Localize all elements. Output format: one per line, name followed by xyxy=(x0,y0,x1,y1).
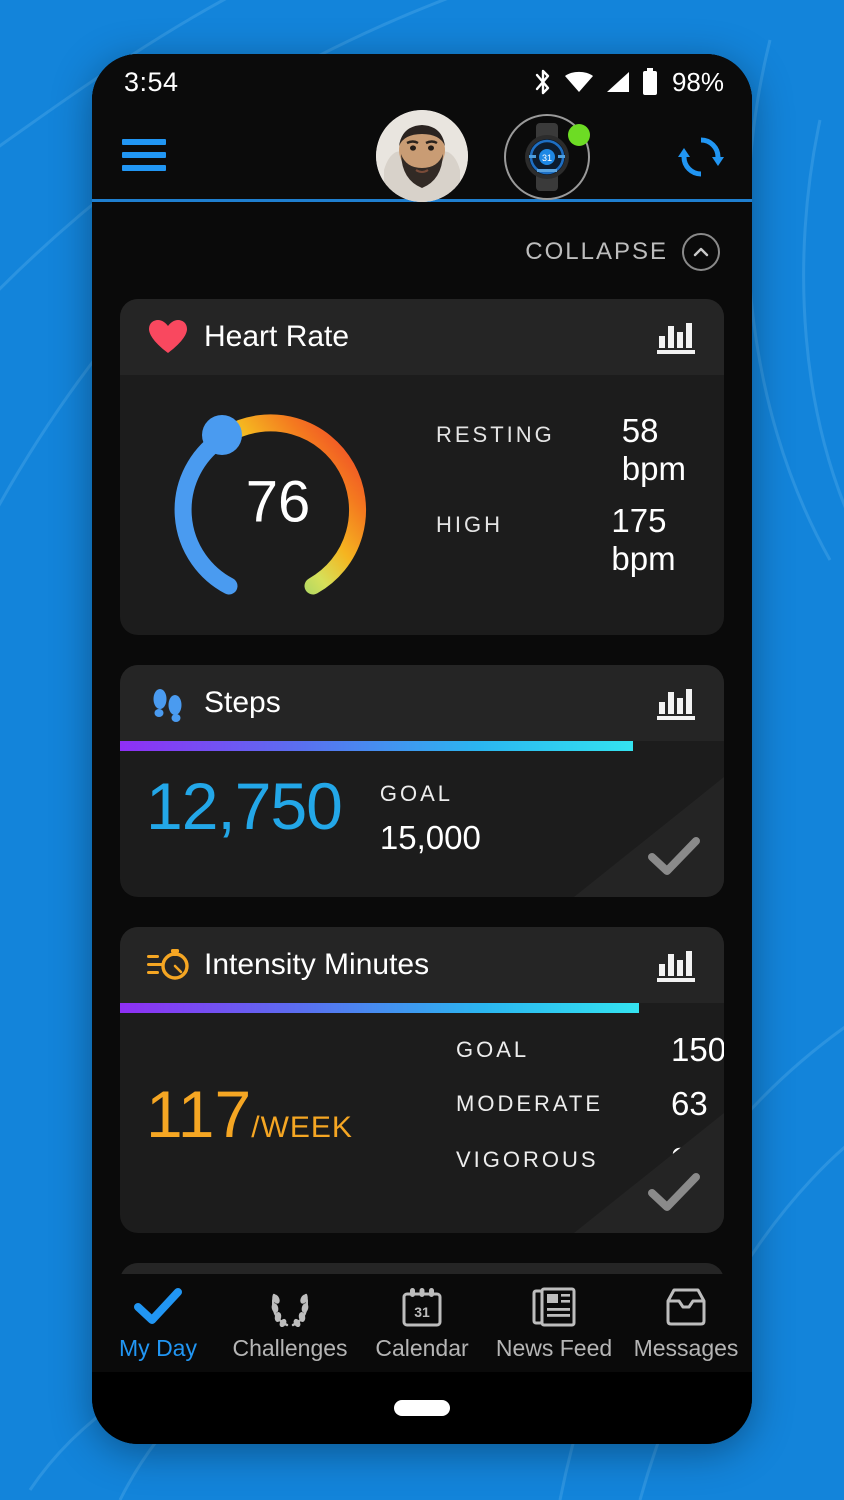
card-title: Steps xyxy=(204,686,281,719)
app-bar: 31 xyxy=(92,110,752,202)
intensity-progress-fill xyxy=(120,1003,640,1013)
card-intensity-minutes[interactable]: Intensity Minutes 117/WEEK GOAL 150 MODE… xyxy=(120,927,724,1233)
nav-item-challenges[interactable]: Challenges xyxy=(224,1285,356,1362)
status-icons: 98% xyxy=(533,67,724,98)
avatar[interactable] xyxy=(376,110,468,202)
heart-rate-gauge: 76 xyxy=(156,390,386,615)
checkmark-icon xyxy=(648,1173,700,1211)
nav-label: Calendar xyxy=(375,1334,469,1361)
chevron-up-icon[interactable] xyxy=(682,233,720,271)
inbox-icon xyxy=(664,1285,708,1329)
heart-rate-value: 76 xyxy=(245,469,311,535)
stat-row: GOAL 150 xyxy=(456,1031,724,1069)
main-content: COLLAPSE Heart Rate 76 RESTING 58 bpm HI… xyxy=(92,205,752,1274)
steps-goal-label: GOAL xyxy=(379,781,454,806)
stat-value: 58 bpm xyxy=(621,412,686,487)
bluetooth-icon xyxy=(535,69,550,95)
card-title: Intensity Minutes xyxy=(204,948,430,981)
sync-refresh-icon[interactable] xyxy=(676,132,726,182)
svg-text:31: 31 xyxy=(414,1304,430,1320)
steps-value: 12,750 xyxy=(146,769,343,843)
home-indicator[interactable] xyxy=(394,1400,450,1416)
nav-label: News Feed xyxy=(495,1334,613,1361)
intensity-body: 117/WEEK GOAL 150 MODERATE 63 VIGOROUS 2… xyxy=(120,1013,724,1233)
bar-chart-icon[interactable] xyxy=(654,683,698,723)
bar-chart-icon[interactable] xyxy=(654,317,698,357)
phone-frame: 3:54 98% 31 COLLAPSE Heart Rate 76 RESTI… xyxy=(92,54,752,1444)
wifi-icon xyxy=(564,71,593,92)
nav-item-my-day[interactable]: My Day xyxy=(92,1285,224,1362)
checkmark-icon xyxy=(134,1285,182,1329)
card-header: Intensity Minutes xyxy=(120,927,724,1003)
card-heart-rate[interactable]: Heart Rate 76 RESTING 58 bpm HIGH 175 bp… xyxy=(120,299,724,635)
nav-label: Messages xyxy=(633,1334,739,1361)
heart-icon xyxy=(146,319,190,355)
steps-body: 12,750 GOAL 15,000 xyxy=(120,751,724,897)
stat-label: RESTING xyxy=(436,422,555,447)
bottom-navigation: My Day Challenges 31 Calendar News Feed … xyxy=(92,1274,752,1372)
hamburger-menu-icon[interactable] xyxy=(122,138,166,171)
battery-percent: 98% xyxy=(671,66,724,97)
stat-row: HIGH 175 bpm xyxy=(436,502,724,578)
checkmark-icon xyxy=(648,837,700,875)
status-bar: 3:54 98% xyxy=(92,54,752,110)
stat-value: 150 xyxy=(671,1031,724,1068)
stat-label: HIGH xyxy=(436,512,503,537)
card-steps[interactable]: Steps 12,750 GOAL 15,000 xyxy=(120,665,724,897)
newspaper-icon xyxy=(532,1285,576,1329)
nav-item-calendar[interactable]: 31 Calendar xyxy=(356,1285,488,1362)
status-time: 3:54 xyxy=(124,66,179,97)
card-header: Steps xyxy=(120,665,724,741)
intensity-value: 117 xyxy=(146,1077,252,1151)
stat-value: 175 bpm xyxy=(611,502,676,577)
steps-progress-bar xyxy=(120,741,724,751)
nav-item-messages[interactable]: Messages xyxy=(620,1285,752,1362)
collapse-control[interactable]: COLLAPSE xyxy=(120,205,724,299)
intensity-unit: /WEEK xyxy=(251,1111,353,1144)
collapse-label: COLLAPSE xyxy=(525,238,668,265)
intensity-goal-met xyxy=(574,1113,724,1233)
nav-item-news-feed[interactable]: News Feed xyxy=(488,1285,620,1362)
steps-goal: GOAL 15,000 xyxy=(380,773,481,857)
nav-label: My Day xyxy=(119,1334,197,1361)
intensity-progress-bar xyxy=(120,1003,724,1013)
smartwatch-icon[interactable]: 31 xyxy=(504,114,590,200)
phone-screen: 3:54 98% 31 COLLAPSE Heart Rate 76 RESTI… xyxy=(92,54,752,1372)
laurel-wreath-icon xyxy=(267,1285,313,1329)
nav-label: Challenges xyxy=(232,1334,348,1361)
stat-label: GOAL xyxy=(456,1037,530,1062)
device-connected-indicator xyxy=(568,124,590,146)
intensity-total: 117/WEEK xyxy=(146,1081,446,1147)
bar-chart-icon[interactable] xyxy=(654,945,698,985)
footprints-icon xyxy=(146,683,190,723)
cellular-signal-icon xyxy=(606,72,629,92)
stat-row: RESTING 58 bpm xyxy=(436,412,724,488)
calendar-icon: 31 xyxy=(401,1285,443,1329)
card-title: Heart Rate xyxy=(204,320,350,353)
heart-rate-stats: RESTING 58 bpm HIGH 175 bpm xyxy=(436,412,724,592)
home-indicator-bar xyxy=(92,1372,752,1444)
steps-goal-value: 15,000 xyxy=(379,819,481,856)
steps-progress-fill xyxy=(120,741,634,751)
stopwatch-icon xyxy=(146,947,190,983)
heart-rate-body: 76 RESTING 58 bpm HIGH 175 bpm xyxy=(120,375,724,635)
card-calories[interactable]: Calories xyxy=(120,1263,724,1274)
card-header: Calories xyxy=(120,1263,724,1274)
battery-icon xyxy=(642,68,657,95)
card-header: Heart Rate xyxy=(120,299,724,375)
steps-goal-met xyxy=(574,777,724,897)
